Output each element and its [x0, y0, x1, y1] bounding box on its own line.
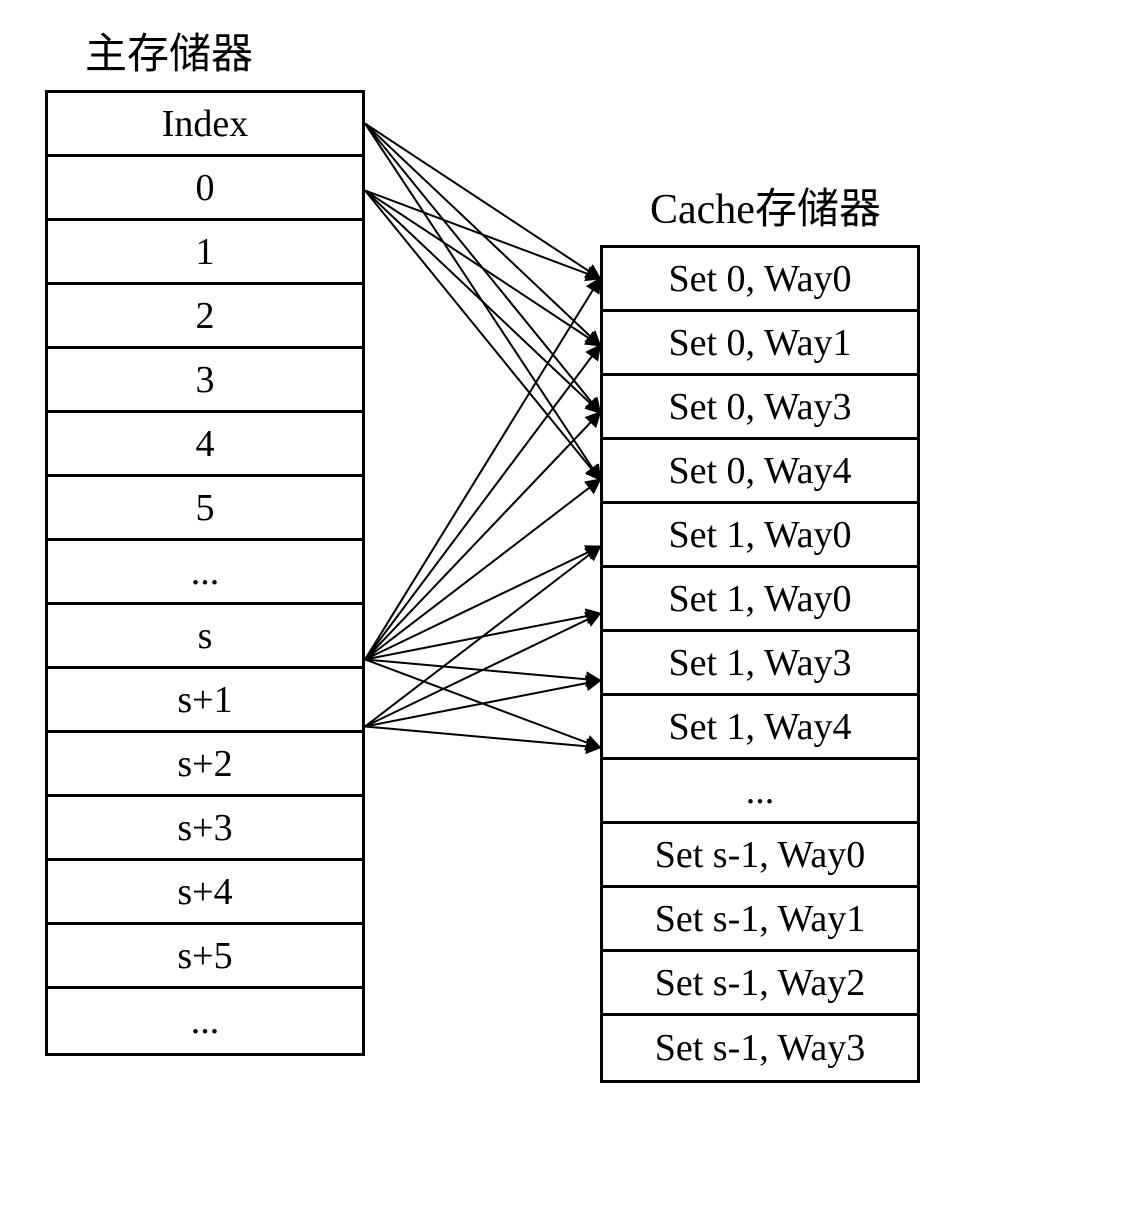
cache-row: Set 1, Way0: [603, 504, 917, 568]
cache-row: ...: [603, 760, 917, 824]
cache-row: Set 1, Way3: [603, 632, 917, 696]
main-memory-title: 主存储器: [85, 20, 253, 81]
cache-row: Set 0, Way4: [603, 440, 917, 504]
cache-row: Set s-1, Way2: [603, 952, 917, 1016]
main-memory-row: 1: [48, 221, 362, 285]
main-memory-row: Index: [48, 93, 362, 157]
cache-row: Set s-1, Way0: [603, 824, 917, 888]
main-memory-row: 0: [48, 157, 362, 221]
main-memory-row: s+5: [48, 925, 362, 989]
main-memory-row: s+4: [48, 861, 362, 925]
cache-row: Set 1, Way4: [603, 696, 917, 760]
cache-row: Set 0, Way3: [603, 376, 917, 440]
main-memory-table: Index 0 1 2 3 4 5 ... s s+1 s+2 s+3 s+4 …: [45, 90, 365, 1056]
main-memory-row: 3: [48, 349, 362, 413]
cache-title: Cache存储器: [650, 175, 881, 236]
main-memory-row: s: [48, 605, 362, 669]
cache-row: Set s-1, Way1: [603, 888, 917, 952]
main-memory-row: s+2: [48, 733, 362, 797]
main-memory-row: ...: [48, 541, 362, 605]
main-memory-row: ...: [48, 989, 362, 1053]
cache-row: Set 0, Way1: [603, 312, 917, 376]
cache-row: Set 0, Way0: [603, 248, 917, 312]
main-memory-row: 4: [48, 413, 362, 477]
cache-row: Set s-1, Way3: [603, 1016, 917, 1080]
main-memory-row: 5: [48, 477, 362, 541]
cache-row: Set 1, Way0: [603, 568, 917, 632]
main-memory-row: s+1: [48, 669, 362, 733]
cache-table: Set 0, Way0 Set 0, Way1 Set 0, Way3 Set …: [600, 245, 920, 1083]
main-memory-row: 2: [48, 285, 362, 349]
main-memory-row: s+3: [48, 797, 362, 861]
